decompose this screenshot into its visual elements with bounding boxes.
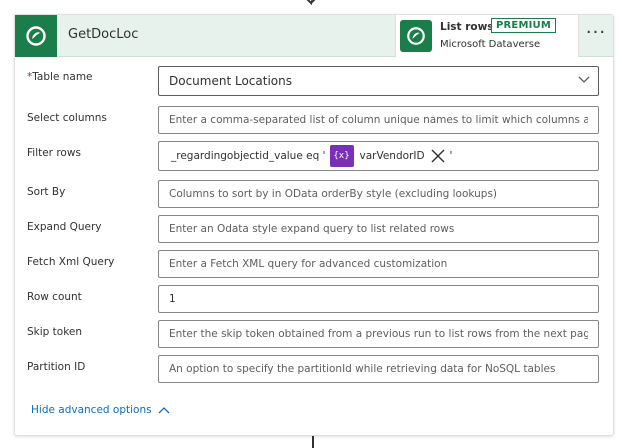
dataverse-connector-icon: [400, 20, 432, 52]
action-title[interactable]: GetDocLoc: [68, 27, 138, 42]
partition-id-placeholder: An option to specify the partitionId whi…: [169, 363, 556, 375]
action-card: GetDocLoc List rows PREMIUM Microsoft Da…: [14, 14, 614, 436]
partition-id-input[interactable]: An option to specify the partitionId whi…: [158, 355, 599, 383]
filter-closing-quote: ': [449, 150, 453, 162]
hide-advanced-options-label: Hide advanced options: [31, 404, 152, 416]
variable-icon: {x}: [329, 145, 354, 167]
expand-query-label: Expand Query: [27, 221, 102, 233]
operation-panel[interactable]: List rows PREMIUM Microsoft Dataverse: [395, 15, 579, 57]
skip-token-placeholder: Enter the skip token obtained from a pre…: [169, 328, 588, 340]
sort-by-label: Sort By: [27, 186, 66, 198]
select-columns-placeholder: Enter a comma-separated list of column u…: [169, 114, 588, 126]
fetch-xml-query-label: Fetch Xml Query: [27, 256, 115, 268]
operation-name: List rows: [440, 21, 494, 33]
premium-badge: PREMIUM: [491, 18, 557, 33]
expand-query-input[interactable]: Enter an Odata style expand query to lis…: [158, 215, 599, 243]
expand-query-placeholder: Enter an Odata style expand query to lis…: [169, 223, 455, 235]
partition-id-label: Partition ID: [27, 361, 86, 373]
dataverse-logo-icon: [15, 15, 57, 57]
close-icon[interactable]: [431, 149, 445, 163]
hide-advanced-options-link[interactable]: Hide advanced options: [31, 404, 170, 416]
row-count-input[interactable]: 1: [158, 285, 599, 313]
more-options-button[interactable]: ···: [579, 15, 613, 57]
row-count-value: 1: [169, 293, 176, 305]
chevron-down-icon: [578, 76, 590, 83]
flow-connector-bottom: [312, 436, 314, 448]
dynamic-content-token[interactable]: {x} varVendorID: [329, 145, 445, 167]
flow-arrow-down-icon: [306, 0, 316, 5]
filter-rows-label: Filter rows: [27, 147, 81, 159]
sort-by-input[interactable]: Columns to sort by in OData orderBy styl…: [158, 180, 599, 208]
sort-by-placeholder: Columns to sort by in OData orderBy styl…: [169, 188, 498, 200]
filter-rows-input[interactable]: _regardingobjectid_value eq ' {x} varVen…: [158, 141, 599, 171]
filter-expression-text: _regardingobjectid_value eq ': [171, 150, 326, 162]
row-count-label: Row count: [27, 291, 82, 303]
table-name-dropdown[interactable]: Document Locations: [158, 66, 599, 96]
fetch-xml-query-input[interactable]: Enter a Fetch XML query for advanced cus…: [158, 250, 599, 278]
select-columns-input[interactable]: Enter a comma-separated list of column u…: [158, 106, 599, 134]
skip-token-input[interactable]: Enter the skip token obtained from a pre…: [158, 320, 599, 348]
connector-name: Microsoft Dataverse: [440, 39, 541, 50]
skip-token-label: Skip token: [27, 326, 83, 338]
action-header[interactable]: GetDocLoc List rows PREMIUM Microsoft Da…: [15, 15, 613, 57]
table-name-value: Document Locations: [169, 74, 292, 88]
token-label: varVendorID: [359, 150, 425, 162]
more-options-icon: ···: [585, 22, 607, 43]
chevron-up-icon: [158, 407, 170, 414]
select-columns-label: Select columns: [27, 112, 107, 124]
fetch-xml-query-placeholder: Enter a Fetch XML query for advanced cus…: [169, 258, 448, 270]
table-name-label: *Table name: [27, 71, 93, 83]
